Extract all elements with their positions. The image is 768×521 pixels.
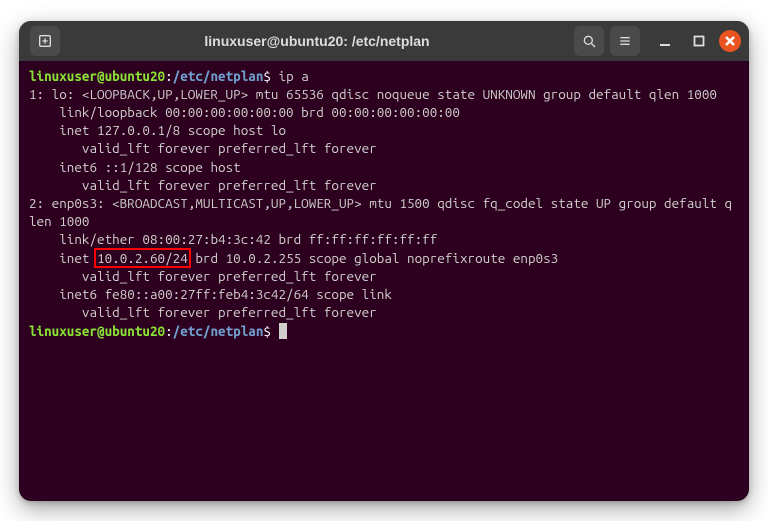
prompt-path: /etc/netplan [173,68,264,84]
output-line: 2: enp0s3: <BROADCAST,MULTICAST,UP,LOWER… [29,195,732,229]
prompt-dollar: $ [263,323,271,339]
output-line: inet6 fe80::a00:27ff:feb4:3c42/64 scope … [29,286,392,302]
maximize-button[interactable] [685,27,713,55]
titlebar: linuxuser@ubuntu20: /etc/netplan [19,21,749,61]
command-text: ip a [279,68,309,84]
output-line: brd 10.0.2.255 scope global noprefixrout… [188,250,558,266]
output-line: valid_lft forever preferred_lft forever [29,177,377,193]
cursor [279,323,287,339]
output-line: 1: lo: <LOOPBACK,UP,LOWER_UP> mtu 65536 … [29,86,717,102]
prompt-user-host: linuxuser@ubuntu20 [29,323,165,339]
prompt-colon: : [165,68,173,84]
output-line: inet [29,250,97,266]
terminal-window: linuxuser@ubuntu20: /etc/netplan linuxus… [19,21,749,501]
prompt-colon: : [165,323,173,339]
highlighted-ip: 10.0.2.60/24 [97,250,188,266]
output-line: link/loopback 00:00:00:00:00:00 brd 00:0… [29,104,460,120]
output-line: link/ether 08:00:27:b4:3c:42 brd ff:ff:f… [29,231,437,247]
output-line: valid_lft forever preferred_lft forever [29,140,377,156]
output-line: valid_lft forever preferred_lft forever [29,268,377,284]
prompt-user-host: linuxuser@ubuntu20 [29,68,165,84]
search-button[interactable] [574,26,604,56]
prompt-dollar: $ [263,68,271,84]
window-controls [651,27,741,55]
output-line: valid_lft forever preferred_lft forever [29,304,377,320]
menu-button[interactable] [610,26,640,56]
terminal-content[interactable]: linuxuser@ubuntu20:/etc/netplan$ ip a 1:… [19,61,749,501]
close-button[interactable] [719,30,741,52]
output-line: inet6 ::1/128 scope host [29,159,241,175]
window-title: linuxuser@ubuntu20: /etc/netplan [63,33,571,49]
prompt-path: /etc/netplan [173,323,264,339]
new-tab-button[interactable] [30,26,60,56]
minimize-button[interactable] [651,27,679,55]
output-line: inet 127.0.0.1/8 scope host lo [29,122,286,138]
